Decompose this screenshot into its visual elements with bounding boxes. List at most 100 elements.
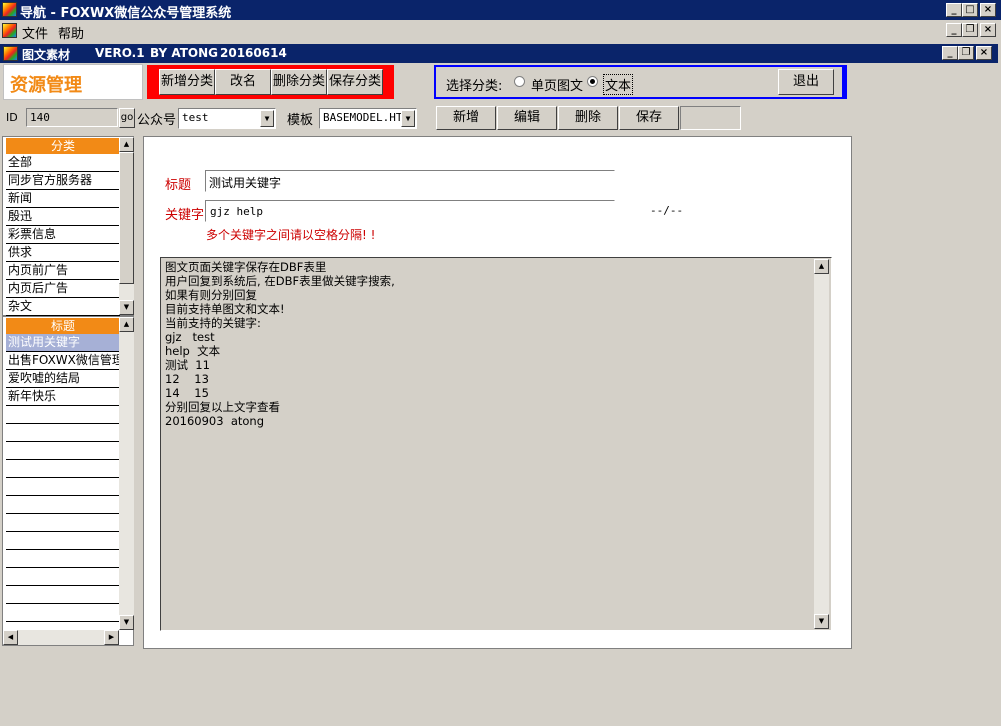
id-label: ID	[6, 111, 18, 124]
title-empty-row[interactable]	[6, 406, 120, 424]
edit-record-button[interactable]: 编辑	[497, 106, 557, 130]
title-scroll-down-icon[interactable]: ▼	[119, 615, 134, 630]
select-category-label: 选择分类:	[446, 79, 503, 94]
status-box	[680, 106, 741, 130]
title-empty-row[interactable]	[6, 514, 120, 532]
delete-category-button[interactable]: 删除分类	[271, 69, 327, 95]
scroll-left-icon[interactable]: ◀	[3, 630, 18, 645]
category-item[interactable]: 新闻	[6, 190, 120, 208]
version-text: VERO.1	[95, 46, 145, 60]
close-button[interactable]: ×	[980, 3, 996, 17]
category-item[interactable]: 内页后广告	[6, 280, 120, 298]
title-item[interactable]: 爱吹嘘的结局	[6, 370, 120, 388]
title-label: 标题	[165, 178, 192, 193]
account-value: test	[182, 111, 209, 124]
minimize-button[interactable]: _	[946, 3, 962, 17]
content-line: 测试 11	[165, 358, 210, 372]
title-empty-row[interactable]	[6, 424, 120, 442]
menu-help[interactable]: 帮助	[58, 23, 84, 42]
title-empty-row[interactable]	[6, 442, 120, 460]
radio-text[interactable]	[587, 76, 598, 87]
category-item[interactable]: 供求	[6, 244, 120, 262]
category-item[interactable]: 同步官方服务器	[6, 172, 120, 190]
title-empty-row[interactable]	[6, 496, 120, 514]
maximize-button[interactable]: □	[962, 3, 978, 17]
account-dropdown-icon[interactable]: ▼	[260, 110, 274, 127]
radio-text-dot	[590, 79, 595, 84]
add-category-button[interactable]: 新增分类	[159, 69, 215, 95]
category-scroll-thumb[interactable]	[119, 152, 134, 284]
category-item[interactable]: 殷迅	[6, 208, 120, 226]
radio-single-page-label: 单页图文	[531, 79, 584, 94]
window-titlebar: 导航 - FOXWX微信公众号管理系统 _ □ ×	[0, 0, 1001, 21]
category-toolbar: 新增分类 改名 删除分类 保存分类	[147, 65, 394, 99]
category-item[interactable]: 全部	[6, 154, 120, 172]
content-line: 目前支持单图文和文本!	[165, 302, 285, 316]
child-window-title: 图文素材	[22, 48, 71, 62]
menu-file[interactable]: 文件	[22, 23, 48, 42]
save-category-button[interactable]: 保存分类	[327, 69, 383, 95]
category-item[interactable]: 内页前广告	[6, 262, 120, 280]
app-icon	[2, 2, 17, 17]
add-record-button[interactable]: 新增	[436, 106, 496, 130]
scroll-right-icon[interactable]: ▶	[104, 630, 119, 645]
save-record-button[interactable]: 保存	[619, 106, 679, 130]
author-text: BY ATONG	[150, 46, 218, 60]
template-dropdown-icon[interactable]: ▼	[401, 110, 415, 127]
category-item[interactable]: 杂文	[6, 298, 120, 316]
keyword-label: 关键字	[165, 208, 205, 223]
template-select[interactable]: BASEMODEL.HTM ▼	[319, 108, 417, 129]
content-scrollbar[interactable]: ▲ ▼	[814, 259, 829, 629]
account-select[interactable]: test ▼	[178, 108, 276, 129]
keyword-input[interactable]: gjz help	[205, 200, 615, 222]
title-scrollbar[interactable]: ▲ ▼	[119, 317, 134, 630]
title-empty-row[interactable]	[6, 532, 120, 550]
category-header: 分类	[6, 138, 120, 154]
title-empty-row[interactable]	[6, 478, 120, 496]
content-line: 如果有则分别回复	[165, 288, 257, 302]
template-label: 模板	[287, 113, 314, 128]
child-minimize-button[interactable]: _	[942, 46, 958, 60]
title-item[interactable]: 出售FOXWX微信管理平台	[6, 352, 120, 370]
child-app-icon	[3, 46, 18, 61]
title-input[interactable]: 测试用关键字	[205, 170, 615, 192]
content-line: 14 15	[165, 386, 209, 400]
mdi-minimize-button[interactable]: _	[946, 23, 962, 37]
title-empty-row[interactable]	[6, 586, 120, 604]
content-scroll-down-icon[interactable]: ▼	[814, 614, 829, 629]
child-close-button[interactable]: ×	[976, 46, 992, 60]
category-scrollbar[interactable]: ▲ ▼	[119, 137, 134, 315]
scroll-up-icon[interactable]: ▲	[119, 137, 134, 152]
date-field: --/--	[650, 204, 684, 217]
brand-panel: 资源管理	[3, 64, 143, 100]
title-item[interactable]: 新年快乐	[6, 388, 120, 406]
content-line: 12 13	[165, 372, 209, 386]
rename-button[interactable]: 改名	[215, 69, 271, 95]
title-scroll-up-icon[interactable]: ▲	[119, 317, 134, 332]
title-empty-row[interactable]	[6, 550, 120, 568]
exit-button[interactable]: 退出	[778, 69, 834, 95]
mdi-restore-button[interactable]: ❐	[962, 23, 978, 37]
radio-single-page[interactable]	[514, 76, 525, 87]
date-text: 20160614	[220, 46, 287, 60]
mdi-icon	[2, 23, 17, 38]
title-empty-row[interactable]	[6, 460, 120, 478]
content-scroll-up-icon[interactable]: ▲	[814, 259, 829, 274]
content-line: 当前支持的关键字:	[165, 316, 261, 330]
title-empty-row[interactable]	[6, 568, 120, 586]
content-line: gjz test	[165, 330, 215, 344]
mdi-close-button[interactable]: ×	[980, 23, 996, 37]
title-hscrollbar[interactable]: ◀ ▶	[3, 630, 119, 645]
go-button[interactable]: go	[119, 108, 135, 128]
content-textarea[interactable]: 图文页面关键字保存在DBF表里 用户回复到系统后, 在DBF表里做关键字搜索, 如果…	[160, 257, 832, 631]
account-label: 公众号	[137, 113, 177, 128]
title-item[interactable]: 测试用关键字	[6, 334, 120, 352]
scroll-down-icon[interactable]: ▼	[119, 300, 134, 315]
category-item[interactable]: 彩票信息	[6, 226, 120, 244]
title-empty-row[interactable]	[6, 604, 120, 622]
child-restore-button[interactable]: ❐	[958, 46, 974, 60]
content-line: 20160903 atong	[165, 414, 265, 428]
title-list: 标题 测试用关键字出售FOXWX微信管理平台爱吹嘘的结局新年快乐 ▲ ▼ ◀ ▶	[2, 316, 134, 646]
delete-record-button[interactable]: 删除	[558, 106, 618, 130]
id-field[interactable]: 140	[26, 108, 118, 127]
